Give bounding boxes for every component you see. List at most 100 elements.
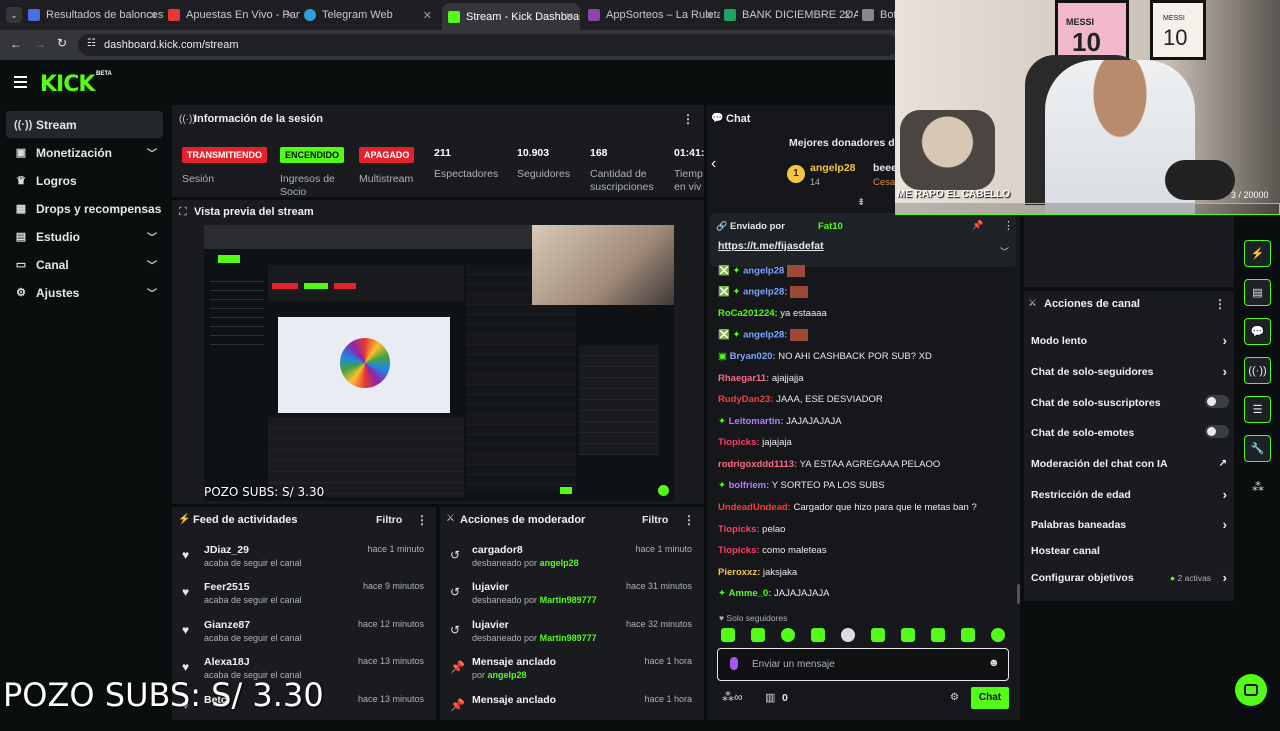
chat-username[interactable]: Tiopicks: (718, 545, 760, 556)
action-host-channel[interactable]: Hostear canal (1031, 545, 1231, 557)
browser-tab[interactable]: Apuestas En Vivo - Partid ✕ (168, 4, 300, 26)
action-subscribers-only[interactable]: Chat de solo-suscriptores (1031, 395, 1231, 409)
sidebar-item-monetizacion[interactable]: ▣ Monetización ﹀ (6, 139, 163, 166)
site-info-icon[interactable]: ☷ (87, 38, 96, 49)
donor-name[interactable]: angelp28 (810, 162, 856, 174)
chat-username[interactable]: angelp28: (743, 287, 787, 298)
close-icon[interactable]: ✕ (423, 9, 432, 22)
emote-icon[interactable] (901, 628, 915, 642)
chat-username[interactable]: Tiopicks: (718, 524, 760, 535)
close-icon[interactable]: ✕ (149, 9, 158, 22)
kebab-menu-icon[interactable]: ⋮ (416, 513, 428, 527)
emote-icon[interactable] (751, 628, 765, 642)
chat-message[interactable]: UndeadUndead: Cargador que hizo para que… (718, 502, 977, 513)
forward-icon[interactable]: → (34, 37, 46, 51)
chat-message[interactable]: Pieroxxz: jaksjaka (718, 567, 797, 578)
action-goals[interactable]: Configurar objetivos ● 2 activas › (1031, 570, 1231, 585)
emote-icon[interactable] (931, 628, 945, 642)
chat-message[interactable]: ✦ Amme_0: JAJAJAJAJA (718, 588, 829, 599)
donor-name[interactable]: beee (873, 162, 897, 174)
mod-row[interactable]: ↺ cargador8 desbaneado por angelp28 hace 1 … (440, 544, 704, 581)
close-icon[interactable]: ✕ (843, 9, 852, 22)
kick-logo[interactable]: KICK (40, 72, 95, 97)
back-icon[interactable]: ← (10, 37, 22, 51)
emote-icon[interactable] (811, 628, 825, 642)
browser-tab[interactable]: Telegram Web ✕ (304, 4, 438, 26)
chat-message[interactable]: RoCa201224: ya estaaaa (718, 308, 827, 319)
url-field[interactable]: ☷ dashboard.kick.com/stream (78, 34, 898, 56)
feed-filter-button[interactable]: Filtro (376, 514, 402, 526)
kebab-menu-icon[interactable]: ⋮ (1214, 297, 1226, 311)
chat-username[interactable]: angelp28 (743, 266, 784, 277)
emote-icon[interactable] (991, 628, 1005, 642)
chat-input[interactable]: Enviar un mensaje ☻ (717, 648, 1009, 681)
emote-icon[interactable] (781, 628, 795, 642)
emote-icon[interactable] (841, 628, 855, 642)
stream-preview-video[interactable] (204, 225, 674, 501)
mod-by-user[interactable]: Martin989777 (540, 595, 597, 605)
rail-add-widget-icon[interactable]: ⁂ (1252, 480, 1264, 494)
chat-message[interactable]: RudyDan23: JAAA, ESE DESVIADOR (718, 394, 883, 405)
chat-username[interactable]: Bryan020: (730, 351, 776, 362)
action-followers-only[interactable]: Chat de solo-seguidores › (1031, 364, 1231, 379)
feed-row[interactable]: ♥ JDiaz_29 acaba de seguir el canal hace 1 … (172, 544, 436, 581)
browser-tab[interactable]: BotF (862, 4, 898, 26)
rail-notes-button[interactable]: ▤ (1244, 279, 1271, 306)
emote-icon[interactable] (871, 628, 885, 642)
action-slow-mode[interactable]: Modo lento › (1031, 333, 1231, 348)
chat-message[interactable]: ❎ ✦ angelp28: (718, 329, 809, 341)
browser-tab-active[interactable]: Stream - Kick Dashboard ✕ (442, 3, 580, 30)
sidebar-item-drops[interactable]: ▦ Drops y recompensas (6, 195, 163, 222)
mod-row[interactable]: 📌 Mensaje anclado por angelp28 hace 1 hora (440, 656, 704, 693)
chat-username[interactable]: UndeadUndead: (718, 502, 791, 513)
rail-stream-button[interactable]: ((·)) (1244, 357, 1271, 384)
sidebar-item-logros[interactable]: ♛ Logros (6, 167, 163, 194)
chat-username[interactable]: Tiopicks: (718, 437, 760, 448)
chat-settings-icon[interactable]: ⚙ (950, 692, 959, 703)
rail-chat-button[interactable]: 💬 (1244, 318, 1271, 345)
chat-username[interactable]: bolfriem: (729, 480, 770, 491)
action-emotes-only[interactable]: Chat de solo-emotes (1031, 425, 1231, 439)
mod-by-user[interactable]: Martin989777 (540, 633, 597, 643)
kebab-menu-icon[interactable]: ⋮ (682, 112, 694, 126)
close-icon[interactable]: ✕ (565, 10, 574, 23)
chat-message[interactable]: Tiopicks: jajajaja (718, 437, 792, 448)
support-chat-button[interactable] (1235, 674, 1267, 706)
chevron-left-icon[interactable]: ‹ (711, 155, 716, 173)
action-age-restriction[interactable]: Restricción de edad › (1031, 487, 1231, 502)
chat-send-button[interactable]: Chat (971, 687, 1009, 709)
mod-row[interactable]: 📌 Mensaje anclado hace 1 hora (440, 694, 704, 731)
rail-tools-button[interactable]: 🔧 (1244, 435, 1271, 462)
pinned-message[interactable]: 🔗 Enviado por Fat10 📌 ⋮ https://t.me/fij… (710, 213, 1016, 267)
chat-username[interactable]: angelp28: (743, 330, 787, 341)
chat-message[interactable]: ✦ bolfriem: Y SORTEO PA LOS SUBS (718, 480, 885, 491)
chat-scrollbar[interactable] (1017, 584, 1020, 604)
sidebar-item-estudio[interactable]: ▤ Estudio ﹀ (6, 223, 163, 250)
rail-lightning-button[interactable]: ⚡ (1244, 240, 1271, 267)
mod-row[interactable]: ↺ lujavier desbaneado por Martin989777 hace… (440, 581, 704, 618)
browser-tab[interactable]: Resultados de baloncesto ✕ (28, 4, 164, 26)
action-banned-words[interactable]: Palabras baneadas › (1031, 517, 1231, 532)
kebab-menu-icon[interactable]: ⋮ (683, 513, 695, 527)
browser-tab[interactable]: AppSorteos – La Ruleta d ✕ (584, 4, 720, 26)
close-icon[interactable]: ✕ (705, 9, 714, 22)
chat-message[interactable]: ✦ Leitomartin: JAJAJAJAJA (718, 416, 842, 427)
browser-tab[interactable]: BANK DICIEMBRE 2DA PA✕ (724, 4, 858, 26)
chat-username[interactable]: Pieroxxz: (718, 567, 760, 578)
kebab-menu-icon[interactable]: ⋮ (1003, 219, 1014, 232)
emotes-only-toggle[interactable] (1205, 425, 1229, 438)
mod-by-user[interactable]: angelp28 (488, 670, 527, 680)
chat-message[interactable]: Rhaegar11: ajajjajja (718, 373, 804, 384)
chat-message[interactable]: Tiopicks: pelao (718, 524, 785, 535)
chat-message[interactable]: ❎ ✦ angelp28 (718, 265, 805, 277)
emote-icon[interactable] (721, 628, 735, 642)
tab-search-button[interactable]: ⌄ (6, 7, 22, 23)
pin-icon[interactable]: 📌 (972, 220, 983, 231)
chat-username[interactable]: Amme_0: (729, 588, 772, 599)
sidebar-item-canal[interactable]: ▭ Canal ﹀ (6, 251, 163, 278)
rail-list-button[interactable]: ☰ (1244, 396, 1271, 423)
mod-filter-button[interactable]: Filtro (642, 514, 668, 526)
chat-username[interactable]: Leitomartin: (729, 416, 784, 427)
feed-row[interactable]: ♥ Gianze87 acaba de seguir el canal hace 12… (172, 619, 436, 656)
mod-by-user[interactable]: angelp28 (540, 558, 579, 568)
